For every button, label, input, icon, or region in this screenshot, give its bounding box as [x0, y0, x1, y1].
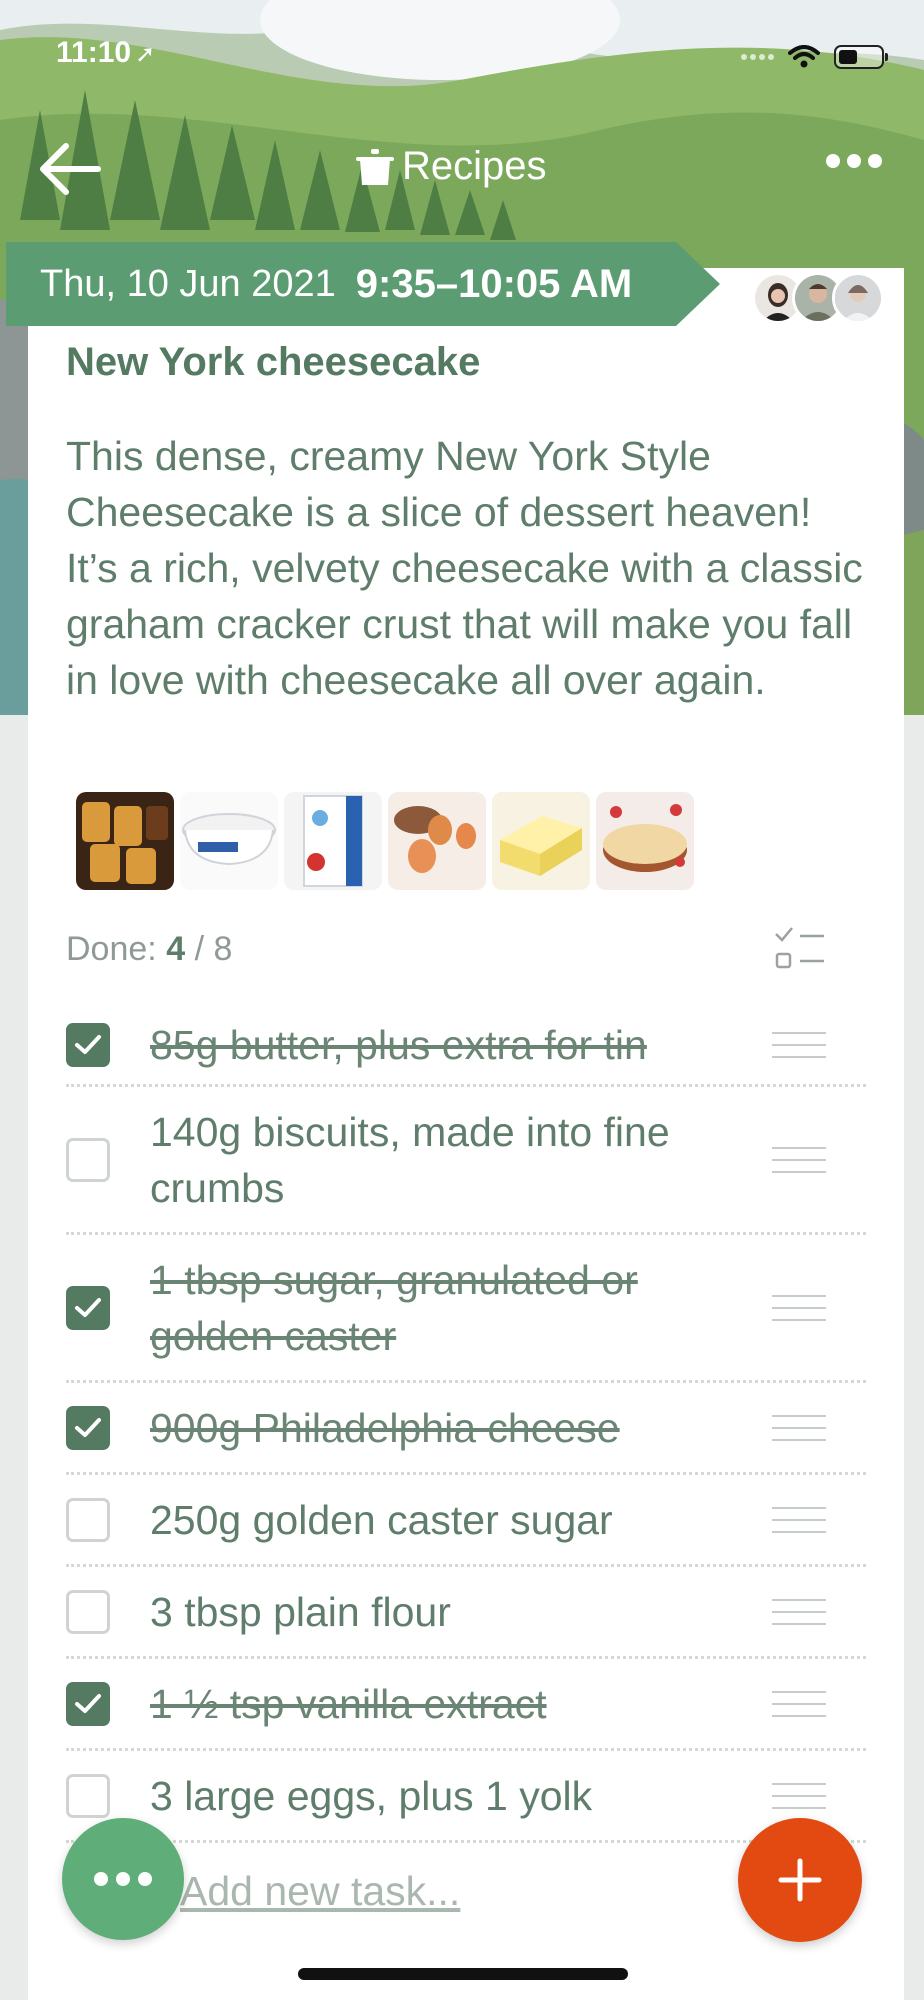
- checkmark-icon: [75, 1418, 101, 1437]
- more-actions-button[interactable]: [62, 1818, 184, 1940]
- recipe-title: New York cheesecake: [66, 340, 481, 384]
- task-checkbox[interactable]: [66, 1138, 110, 1182]
- drag-handle-icon[interactable]: [772, 1415, 826, 1441]
- task-checkbox[interactable]: [66, 1498, 110, 1542]
- checklist-icon: [775, 927, 824, 969]
- drag-handle-icon[interactable]: [772, 1783, 826, 1809]
- task-row: 1 tbsp sugar, granulated or golden caste…: [66, 1236, 866, 1383]
- attachment-image-butter[interactable]: [492, 792, 590, 890]
- task-row: 900g Philadelphia cheese: [66, 1384, 866, 1475]
- progress-counter: Done: 4 / 8: [66, 930, 233, 968]
- task-text[interactable]: 1 ½ tsp vanilla extract: [150, 1676, 750, 1732]
- arrow-left-icon: [40, 143, 101, 195]
- task-row: 1 ½ tsp vanilla extract: [66, 1660, 866, 1751]
- task-text[interactable]: 250g golden caster sugar: [150, 1492, 750, 1548]
- event-time: 9:35–10:05 AM: [355, 261, 633, 306]
- task-checkbox-checked[interactable]: [66, 1682, 110, 1726]
- checkmark-icon: [75, 1298, 101, 1317]
- task-text[interactable]: 3 tbsp plain flour: [150, 1584, 750, 1640]
- collaborator-avatars[interactable]: [752, 272, 884, 324]
- back-button[interactable]: [38, 142, 102, 196]
- task-row: 250g golden caster sugar: [66, 1476, 866, 1567]
- add-task-button[interactable]: [738, 1818, 862, 1942]
- attachment-thumbnails: [76, 792, 694, 890]
- task-checkbox-checked[interactable]: [66, 1406, 110, 1450]
- task-text[interactable]: 900g Philadelphia cheese: [150, 1400, 750, 1456]
- drag-handle-icon[interactable]: [772, 1295, 826, 1321]
- task-row: 3 tbsp plain flour: [66, 1568, 866, 1659]
- pot-icon: [356, 148, 394, 185]
- task-row: 140g biscuits, made into fine crumbs: [66, 1088, 866, 1235]
- location-icon: ➚: [135, 41, 156, 68]
- home-indicator: [298, 1968, 628, 1980]
- checkmark-icon: [75, 1694, 101, 1713]
- task-checkbox[interactable]: [66, 1590, 110, 1634]
- checklist-toggle-button[interactable]: [774, 924, 826, 974]
- task-checkbox-checked[interactable]: [66, 1286, 110, 1330]
- attachment-image-cheesecake[interactable]: [596, 792, 694, 890]
- attachment-image-cream-cheese[interactable]: [180, 792, 278, 890]
- task-row: 3 large eggs, plus 1 yolk: [66, 1752, 866, 1843]
- event-date-banner[interactable]: Thu, 10 Jun 2021 9:35–10:05 AM: [6, 242, 720, 326]
- attachment-image-eggs[interactable]: [388, 792, 486, 890]
- task-text[interactable]: 1 tbsp sugar, granulated or golden caste…: [150, 1252, 750, 1364]
- battery-icon: [834, 45, 888, 69]
- task-checkbox[interactable]: [66, 1774, 110, 1818]
- drag-handle-icon[interactable]: [772, 1032, 826, 1058]
- drag-handle-icon[interactable]: [772, 1147, 826, 1173]
- drag-handle-icon[interactable]: [772, 1691, 826, 1717]
- event-date: Thu, 10 Jun 2021: [40, 262, 336, 305]
- add-task-input[interactable]: Add new task...: [180, 1868, 460, 1915]
- more-options-button[interactable]: [826, 154, 882, 168]
- wifi-icon: [788, 45, 820, 68]
- task-text[interactable]: 85g butter, plus extra for tin: [150, 1017, 750, 1073]
- recipe-description: This dense, creamy New York Style Cheese…: [66, 433, 863, 703]
- avatar[interactable]: [832, 272, 884, 324]
- status-icons: [741, 42, 888, 72]
- signal-icon: [741, 54, 774, 60]
- attachment-image-biscuits[interactable]: [76, 792, 174, 890]
- task-row: 85g butter, plus extra for tin: [66, 1006, 866, 1087]
- checkmark-icon: [75, 1035, 101, 1054]
- status-time: 11:10 ➚: [56, 36, 156, 69]
- task-checkbox-checked[interactable]: [66, 1023, 110, 1067]
- drag-handle-icon[interactable]: [772, 1599, 826, 1625]
- page-title: Recipes: [354, 144, 547, 189]
- task-text[interactable]: 140g biscuits, made into fine crumbs: [150, 1104, 750, 1216]
- drag-handle-icon[interactable]: [772, 1507, 826, 1533]
- plus-icon: [778, 1858, 822, 1902]
- attachment-image-cream-carton[interactable]: [284, 792, 382, 890]
- task-text[interactable]: 3 large eggs, plus 1 yolk: [150, 1768, 750, 1824]
